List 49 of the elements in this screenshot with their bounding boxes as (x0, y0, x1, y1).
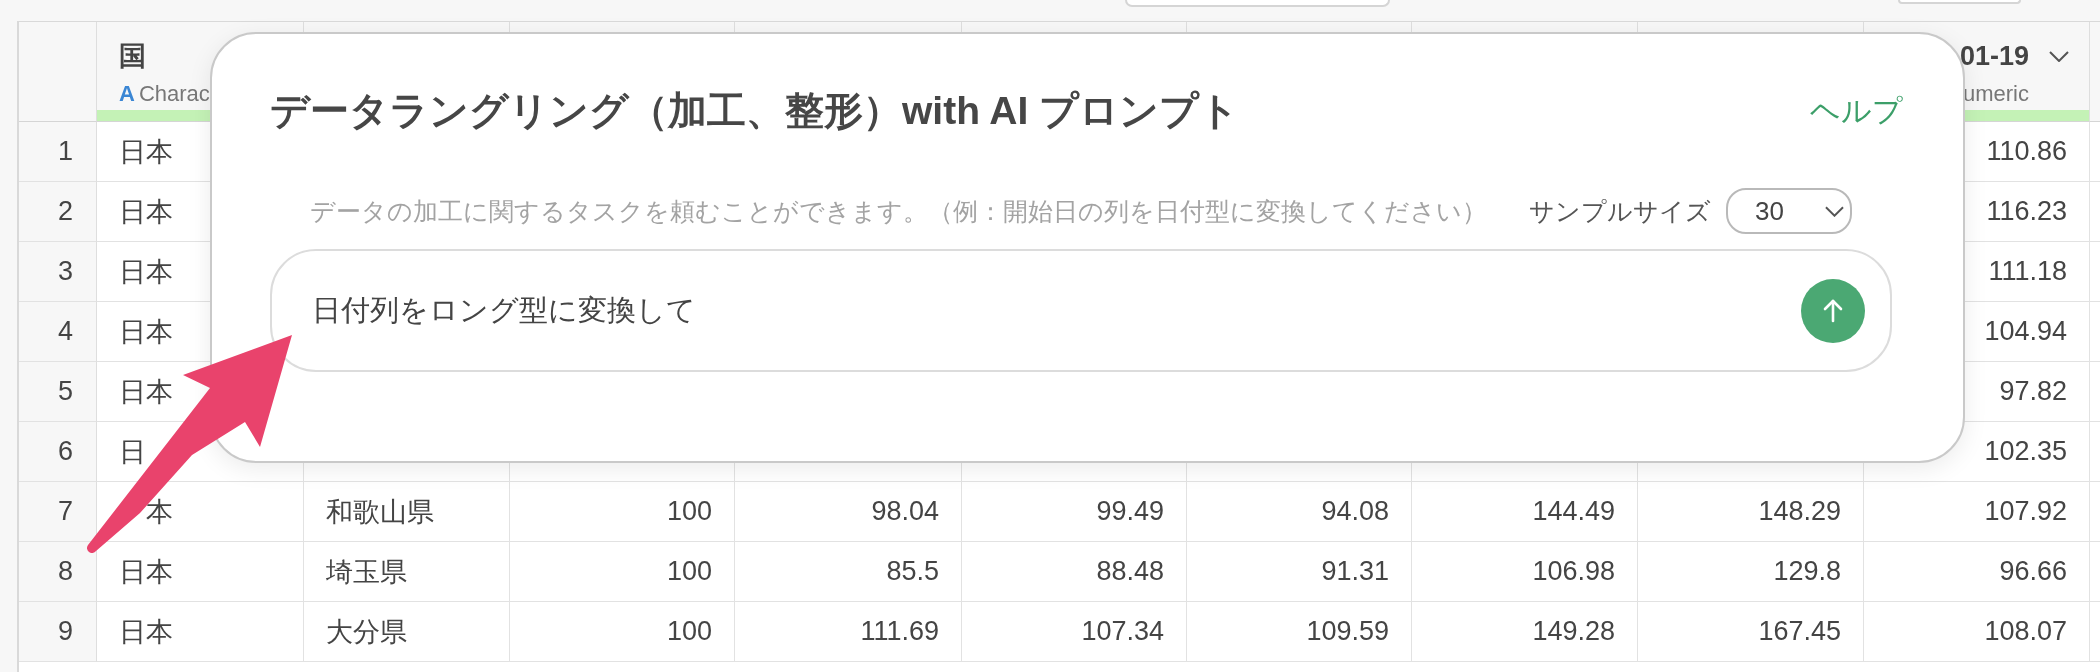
row-number: 6 (19, 422, 97, 482)
row-number: 4 (19, 302, 97, 362)
row-number: 9 (19, 602, 97, 662)
table-cell: 98.04 (735, 482, 962, 542)
table-cell: 和歌山県 (304, 482, 510, 542)
chevron-down-icon (1825, 205, 1844, 217)
row-number: 3 (19, 242, 97, 302)
sample-size-label: サンプルサイズ (1529, 195, 1711, 227)
row-number: 1 (19, 122, 97, 182)
table-cell: 144.49 (1412, 482, 1638, 542)
table-cell: 日本 (97, 602, 304, 662)
table-cell: 100 (510, 482, 735, 542)
table-cell: 109.59 (1187, 602, 1412, 662)
table-cell: 167.45 (1638, 602, 1864, 662)
table-cell: 91.31 (1187, 542, 1412, 602)
column-type: umeric (1963, 80, 2029, 108)
toolbar-control[interactable] (1898, 0, 2021, 4)
type-letter: A (119, 80, 135, 108)
column-header[interactable] (2090, 22, 2100, 122)
table-cell: 107.34 (962, 602, 1187, 662)
row-number: 8 (19, 542, 97, 602)
table-cell: 埼玉県 (304, 542, 510, 602)
column-name: 国 (119, 40, 146, 72)
arrow-up-icon (1823, 298, 1843, 323)
table-cell: 85.5 (735, 542, 962, 602)
column-type: Charac (138, 80, 210, 108)
prompt-input[interactable]: 日付列をロング型に変換して (270, 249, 1892, 372)
table-cell: 96.66 (1864, 542, 2090, 602)
table-cell: 100 (510, 542, 735, 602)
table-cell: 107.92 (1864, 482, 2090, 542)
row-number: 2 (19, 182, 97, 242)
table-cell: 88.48 (962, 542, 1187, 602)
column-name: 01-19 (1959, 40, 2029, 72)
table-cell: 149.28 (1412, 602, 1638, 662)
table-cell: 106.98 (1412, 542, 1638, 602)
sample-size-select[interactable]: 30 (1726, 188, 1852, 234)
table-cell: 大分県 (304, 602, 510, 662)
table-cell: 111.69 (735, 602, 962, 662)
chevron-down-icon[interactable] (2049, 50, 2069, 62)
table-cell: 108.07 (1864, 602, 2090, 662)
table-cell: 129.8 (1638, 542, 1864, 602)
toolbar-control[interactable] (1125, 0, 1390, 7)
row-number: 5 (19, 362, 97, 422)
table-cell: 100 (510, 602, 735, 662)
row-number: 7 (19, 482, 97, 542)
table-cell: 148.29 (1638, 482, 1864, 542)
table-cell: 94.08 (1187, 482, 1412, 542)
description-text: データの加工に関するタスクを頼むことができます。（例：開始日の列を日付型に変換してください） (310, 195, 1487, 227)
table-cell: 99.49 (962, 482, 1187, 542)
